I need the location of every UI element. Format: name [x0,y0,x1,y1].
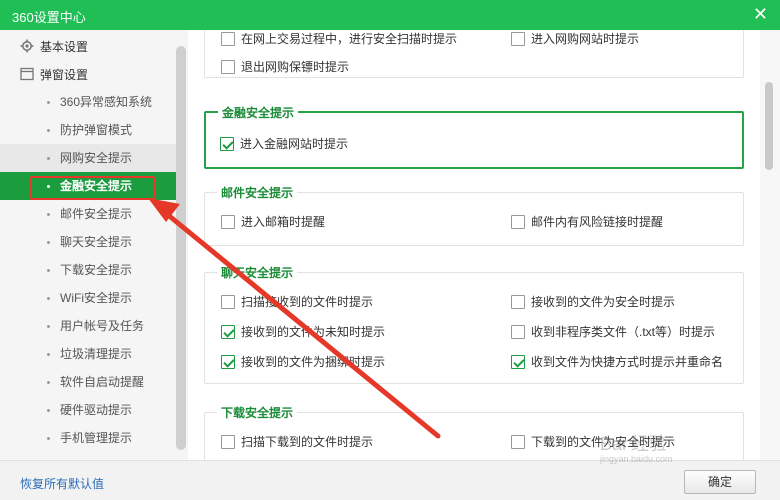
sidebar-item-phone[interactable]: 手机管理提示 [0,424,176,452]
sidebar-group-basic[interactable]: 基本设置 [20,37,88,57]
section-chat: 聊天安全提示 扫描接收到的文件时提示 接收到的文件为安全时提示 接收到的文件为未… [204,265,744,384]
sidebar-item-mail[interactable]: 邮件安全提示 [0,200,176,228]
sidebar-scroll-thumb[interactable] [176,46,186,450]
sidebar-item-shopping[interactable]: 网购安全提示 [0,144,176,172]
window-title: 360设置中心 [12,10,86,25]
section-title: 邮件安全提示 [217,185,298,201]
watermark-url: jingyan.baidu.com [600,454,673,464]
checkbox-checked[interactable] [511,355,525,369]
gear-icon [20,39,34,53]
option-mail-risk-link[interactable]: 邮件内有风险链接时提醒 [511,213,663,231]
sidebar-item-download[interactable]: 下载安全提示 [0,256,176,284]
option-chat-shortcut[interactable]: 收到文件为快捷方式时提示并重命名 [511,353,723,371]
close-icon[interactable]: ✕ [753,4,768,24]
sidebar-item-autostart[interactable]: 软件自启动提醒 [0,368,176,396]
option-mail-enter[interactable]: 进入邮箱时提醒 [221,213,325,231]
option-chat-non-program[interactable]: 收到非程序类文件（.txt等）时提示 [511,323,715,341]
sidebar-item-anomaly[interactable]: 360异常感知系统 [0,88,176,116]
checkbox[interactable] [511,435,525,449]
option-chat-safe[interactable]: 接收到的文件为安全时提示 [511,293,675,311]
section-mail: 邮件安全提示 进入邮箱时提醒 邮件内有风险链接时提醒 [204,185,744,246]
option-chat-scan[interactable]: 扫描接收到的文件时提示 [221,293,373,311]
section-shopping: 在网上交易过程中，进行安全扫描时提示 进入网购网站时提示 退出网购保镖时提示 [204,30,744,78]
checkbox[interactable] [511,32,525,46]
option-download-scan[interactable]: 扫描下载到的文件时提示 [221,433,373,451]
sidebar-item-driver[interactable]: 硬件驱动提示 [0,396,176,424]
option-chat-bundled[interactable]: 接收到的文件为捆绑时提示 [221,353,385,371]
window-icon [20,67,34,81]
checkbox-checked[interactable] [220,137,234,151]
option-finance-enter[interactable]: 进入金融网站时提示 [220,135,348,153]
watermark-text: Bai 经验 [600,434,668,454]
option-chat-unknown[interactable]: 接收到的文件为未知时提示 [221,323,385,341]
reset-defaults-link[interactable]: 恢复所有默认值 [20,475,104,492]
section-title: 金融安全提示 [218,105,299,121]
checkbox[interactable] [511,325,525,339]
checkbox[interactable] [221,215,235,229]
sidebar-item-account[interactable]: 用户帐号及任务 [0,312,176,340]
title-bar: 360设置中心 ✕ [0,0,780,30]
sidebar-group-label: 弹窗设置 [40,68,89,82]
checkbox-checked[interactable] [221,355,235,369]
sidebar-scrollbar[interactable] [176,46,186,450]
sidebar-group-label: 基本设置 [40,40,89,54]
sidebar-item-popup-mode[interactable]: 防护弹窗模式 [0,116,176,144]
baidu-watermark: Bai 经验 jingyan.baidu.com [600,430,750,470]
sidebar-item-wifi[interactable]: WiFi安全提示 [0,284,176,312]
content-scroll-thumb[interactable] [765,82,773,170]
checkbox-checked[interactable] [221,325,235,339]
checkbox[interactable] [221,60,235,74]
section-title: 聊天安全提示 [217,265,298,281]
sidebar: 基本设置 弹窗设置 360异常感知系统 防护弹窗模式 网购安全提示 金融安全提示… [0,30,188,460]
checkbox[interactable] [221,295,235,309]
settings-panel: 在网上交易过程中，进行安全扫描时提示 进入网购网站时提示 退出网购保镖时提示 金… [188,30,760,460]
option-shopping-exit[interactable]: 退出网购保镖时提示 [221,58,349,76]
section-finance: 金融安全提示 进入金融网站时提示 [204,105,744,169]
sidebar-group-popup[interactable]: 弹窗设置 [20,65,88,85]
option-shopping-scan[interactable]: 在网上交易过程中，进行安全扫描时提示 [221,30,457,48]
section-title: 下载安全提示 [217,405,298,421]
checkbox[interactable] [511,215,525,229]
option-shopping-enter[interactable]: 进入网购网站时提示 [511,30,639,48]
checkbox[interactable] [511,295,525,309]
content-scrollbar[interactable] [760,30,780,460]
checkbox[interactable] [221,435,235,449]
ok-button[interactable]: 确定 [684,470,756,494]
sidebar-item-chat[interactable]: 聊天安全提示 [0,228,176,256]
sidebar-item-cleanup[interactable]: 垃圾清理提示 [0,340,176,368]
annotation-highlight-box [30,176,155,200]
checkbox[interactable] [221,32,235,46]
